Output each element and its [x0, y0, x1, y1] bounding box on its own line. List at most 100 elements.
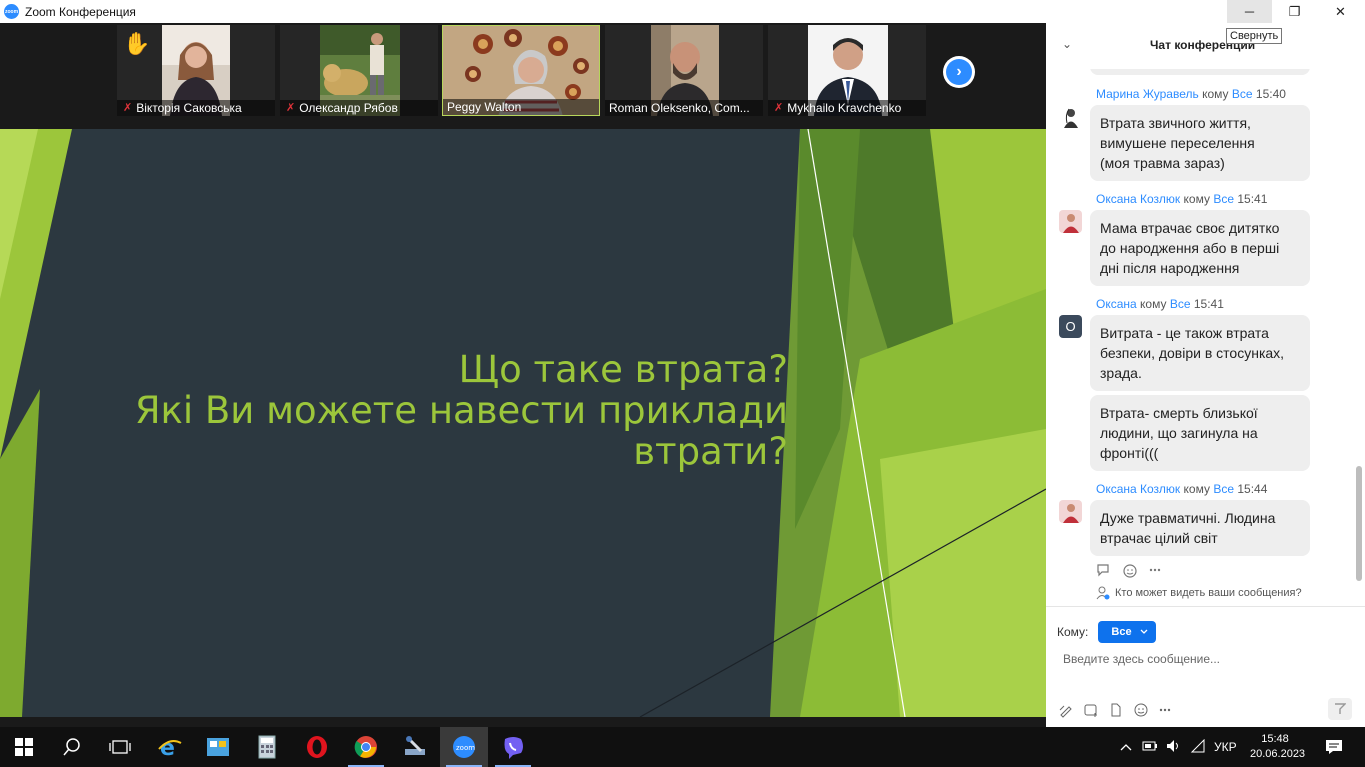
message-recipient: Все: [1213, 192, 1235, 206]
emoji-icon[interactable]: [1133, 702, 1149, 721]
system-tray: УКР: [1120, 727, 1237, 767]
scrollbar-thumb[interactable]: [1356, 466, 1362, 581]
format-icon[interactable]: [1058, 702, 1074, 721]
slide-line: Які Ви можете навести приклади: [134, 389, 788, 432]
internet-explorer-icon[interactable]: e: [146, 727, 194, 767]
message-to-word: кому: [1140, 297, 1167, 311]
message-bubble: [1090, 69, 1310, 75]
input-toolbar: [1058, 702, 1172, 721]
avatar: O: [1059, 315, 1082, 338]
message-sender[interactable]: Марина Журавель: [1096, 87, 1199, 101]
notifications-icon[interactable]: [1310, 727, 1358, 767]
video-strip: ✋ ✗Вікторія Саковська ✗Олександр Рябов: [0, 23, 1046, 129]
title-bar: zoom Zoom Конференция ─ ❐ ✕: [0, 0, 1365, 23]
divider: [1046, 606, 1365, 607]
clock-time: 15:48: [1261, 733, 1289, 745]
message-bubble[interactable]: Дуже травматичні. Людина втрачає цілий с…: [1090, 500, 1310, 556]
message-input[interactable]: Введите здесь сообщение...: [1063, 652, 1220, 666]
mic-off-icon: ✗: [123, 102, 133, 114]
mic-off-icon: ✗: [774, 102, 784, 114]
chevron-down-icon[interactable]: ⌄: [1062, 37, 1072, 51]
file-manager-icon[interactable]: [194, 727, 242, 767]
tools-icon[interactable]: [391, 727, 439, 767]
message-time: 15:44: [1237, 482, 1268, 496]
message-text: Мама втрачає своє дитятко: [1100, 220, 1280, 236]
message-time: 15:41: [1237, 192, 1268, 206]
chrome-icon[interactable]: [342, 727, 390, 767]
clock[interactable]: 15:48 20.06.2023: [1250, 732, 1305, 762]
message-recipient: Все: [1213, 482, 1235, 496]
avatar: [1059, 500, 1082, 523]
opera-icon[interactable]: [293, 727, 341, 767]
zoom-logo-icon: zoom: [4, 4, 19, 19]
message-actions: [1096, 563, 1162, 582]
message-text: Втрата- смерть близької: [1100, 405, 1258, 421]
shared-screen: Що таке втрата? Які Ви можете навести пр…: [0, 129, 1046, 717]
message-sender[interactable]: Оксана Козлюк: [1096, 482, 1180, 496]
calculator-icon[interactable]: [243, 727, 291, 767]
participant-tile-active[interactable]: Peggy Walton: [442, 25, 600, 116]
file-icon[interactable]: [1108, 702, 1124, 721]
participant-tile[interactable]: ✗ Mykhailo Kravchenko: [768, 25, 926, 116]
avatar: [1059, 210, 1082, 233]
send-icon: [1335, 703, 1346, 714]
search-icon[interactable]: [48, 727, 96, 767]
message-time: 15:41: [1193, 297, 1224, 311]
screenshot-icon[interactable]: [1083, 702, 1099, 721]
message-bubble[interactable]: Втрата звичного життя, вимушене переселе…: [1090, 105, 1310, 181]
message-text: (моя травма зараз): [1100, 155, 1225, 171]
minimize-button[interactable]: ─: [1227, 0, 1272, 23]
chevron-down-icon: [1140, 629, 1148, 634]
maximize-button[interactable]: ❐: [1272, 0, 1317, 23]
chat-scrollbar[interactable]: [1356, 66, 1362, 586]
language-indicator[interactable]: УКР: [1214, 740, 1237, 754]
message-header: Оксана кому Все 15:41: [1096, 297, 1224, 311]
reply-icon[interactable]: [1096, 563, 1112, 582]
who-can-see-text: Кто может видеть ваши сообщения?: [1115, 587, 1302, 599]
participant-tile[interactable]: ✋ ✗ Вікторія Саковська: [117, 25, 275, 116]
message-text: вимушене переселення: [1100, 135, 1255, 151]
who-can-see-link[interactable]: Кто может видеть ваши сообщения?: [1096, 586, 1302, 600]
message-text: Витрата - це також втрата: [1100, 325, 1269, 341]
message-text: Дуже травматичні. Людина: [1100, 510, 1276, 526]
participant-tile[interactable]: Roman Oleksenko, Com...: [605, 25, 763, 116]
minimize-tooltip: Свернуть: [1226, 28, 1283, 44]
battery-icon[interactable]: [1142, 740, 1158, 755]
svg-text:e: e: [160, 736, 175, 759]
message-time: 15:40: [1255, 87, 1286, 101]
recipient-dropdown[interactable]: Все: [1098, 621, 1157, 643]
message-text: втрачає цілий світ: [1100, 530, 1218, 546]
message-bubble[interactable]: Втрата- смерть близької людини, що загин…: [1090, 395, 1310, 471]
message-bubble[interactable]: Мама втрачає своє дитятко до народження …: [1090, 210, 1310, 286]
slide-line: втрати?: [633, 430, 788, 473]
more-icon[interactable]: [1158, 702, 1172, 721]
message-sender[interactable]: Оксана Козлюк: [1096, 192, 1180, 206]
close-button[interactable]: ✕: [1318, 0, 1363, 23]
task-view-icon[interactable]: [96, 727, 144, 767]
message-sender[interactable]: Оксана: [1096, 297, 1137, 311]
emoji-icon[interactable]: [1122, 563, 1138, 582]
next-participants-button[interactable]: ›: [943, 56, 975, 88]
participant-tile[interactable]: ✗ Олександр Рябов: [280, 25, 438, 116]
chevron-right-icon: ›: [946, 59, 972, 85]
send-button[interactable]: [1328, 698, 1352, 720]
viber-icon[interactable]: [489, 727, 537, 767]
message-text: людини, що загинула на: [1100, 425, 1258, 441]
message-text: зрада.: [1100, 365, 1142, 381]
volume-icon[interactable]: [1166, 739, 1182, 756]
slide-text: Що таке втрата? Які Ви можете навести пр…: [135, 349, 788, 472]
message-text: до народження або в перші: [1100, 240, 1280, 256]
message-header: Марина Журавель кому Все 15:40: [1096, 87, 1286, 101]
chat-messages[interactable]: Марина Журавель кому Все 15:40 Втрата зв…: [1046, 69, 1356, 579]
participant-name: Вікторія Саковська: [136, 101, 242, 115]
recipient-row: Кому: Все: [1057, 621, 1157, 643]
participant-name: Mykhailo Kravchenko: [787, 101, 902, 115]
recipient-value: Все: [1111, 626, 1132, 638]
wifi-icon[interactable]: [1190, 738, 1206, 756]
chevron-up-icon[interactable]: [1120, 740, 1132, 754]
zoom-icon[interactable]: zoom: [440, 727, 488, 767]
start-icon[interactable]: [0, 727, 48, 767]
message-bubble[interactable]: Витрата - це також втрата безпеки, довір…: [1090, 315, 1310, 391]
avatar: [1059, 105, 1082, 128]
more-icon[interactable]: [1148, 563, 1162, 582]
